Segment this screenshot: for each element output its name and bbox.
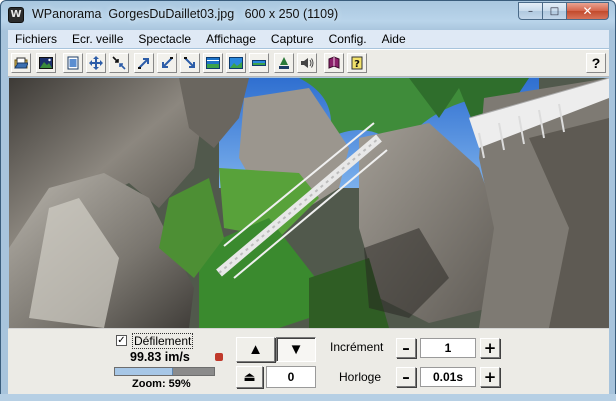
zoom-slider-fill [115,368,174,375]
help-file-button[interactable]: ? [347,53,367,73]
help-file-icon: ? [351,56,363,70]
shrink-icon [112,56,126,70]
book-icon [328,56,340,69]
maximize-button[interactable]: □ [542,2,567,20]
increment-plus-button[interactable]: + [480,338,500,358]
panorama-strip-icon [252,60,266,66]
zoom-label: Zoom: 59% [132,378,191,390]
close-button[interactable]: ✕ [566,2,609,20]
app-icon[interactable]: W [8,7,24,23]
title-bar[interactable]: W WPanorama GorgesDuDaillet03.jpg 600 x … [1,1,615,29]
move-icon [89,56,103,70]
help-button[interactable]: ? [586,53,606,73]
scroll-checkbox[interactable]: ✓ [116,335,127,346]
menu-config[interactable]: Config. [322,32,375,46]
menu-aide[interactable]: Aide [375,32,414,46]
clock-label: Horloge [339,370,382,384]
increment-minus-button[interactable]: – [396,338,416,358]
menu-fichiers[interactable]: Fichiers [8,32,65,46]
arrow-sw-button[interactable] [157,53,177,73]
open-folder-icon [14,57,28,69]
sound-button[interactable] [297,53,317,73]
window-bottom-border [0,394,616,401]
zoom-slider[interactable] [114,367,215,376]
menu-capture[interactable]: Capture [264,32,322,46]
scroll-up-button[interactable]: ▲ [236,337,275,362]
speaker-icon [301,58,314,68]
stop-button[interactable] [274,53,294,73]
toolbar: ? ? [8,49,609,77]
app-window: W WPanorama GorgesDuDaillet03.jpg 600 x … [0,0,616,401]
arrow-sw-icon [162,57,173,68]
panorama-wide-icon [229,57,243,69]
clock-plus-button[interactable]: + [480,367,500,387]
panorama-wide-button[interactable] [226,53,246,73]
shrink-button[interactable] [109,53,129,73]
increment-label: Incrément [330,340,384,354]
scroll-checkbox-label[interactable]: Défilement [132,333,194,349]
jump-start-button[interactable]: ⏏ [236,366,263,388]
stop-icon [279,57,289,69]
scroll-down-button[interactable]: ▼ [276,337,316,362]
menu-ecran-veille[interactable]: Ecr. veille [65,32,131,46]
menu-bar: Fichiers Ecr. veille Spectacle Affichage… [8,30,609,48]
arrow-se-icon [184,57,195,68]
caption-buttons: – □ ✕ [518,2,609,20]
panorama-photo [9,78,609,328]
menu-spectacle[interactable]: Spectacle [131,32,199,46]
panorama-image[interactable] [9,78,609,328]
increment-field[interactable]: 1 [420,338,476,358]
image-button[interactable] [36,53,56,73]
panorama-button[interactable] [203,53,223,73]
position-field[interactable]: 0 [266,366,316,388]
move-button[interactable] [86,53,106,73]
menu-affichage[interactable]: Affichage [199,32,264,46]
svg-text:?: ? [354,59,360,70]
book-button[interactable] [324,53,344,73]
clock-field[interactable]: 0.01s [420,367,476,387]
arrow-ne-button[interactable] [134,53,154,73]
page-icon [67,56,79,70]
image-icon [39,57,53,69]
window-title: WPanorama GorgesDuDaillet03.jpg 600 x 25… [32,7,339,21]
open-button[interactable] [11,53,31,73]
speed-readout: 99.83 im/s [130,350,190,364]
speed-indicator-icon [215,353,223,361]
controls-panel: ✓ Défilement 99.83 im/s Zoom: 59% ▲ ▼ ⏏ … [8,328,609,395]
arrow-ne-icon [138,58,149,69]
clock-minus-button[interactable]: – [396,367,416,387]
page-button[interactable] [63,53,83,73]
arrow-se-button[interactable] [180,53,200,73]
panorama-icon [206,57,220,69]
panorama-strip-button[interactable] [249,53,269,73]
minimize-button[interactable]: – [518,2,543,20]
